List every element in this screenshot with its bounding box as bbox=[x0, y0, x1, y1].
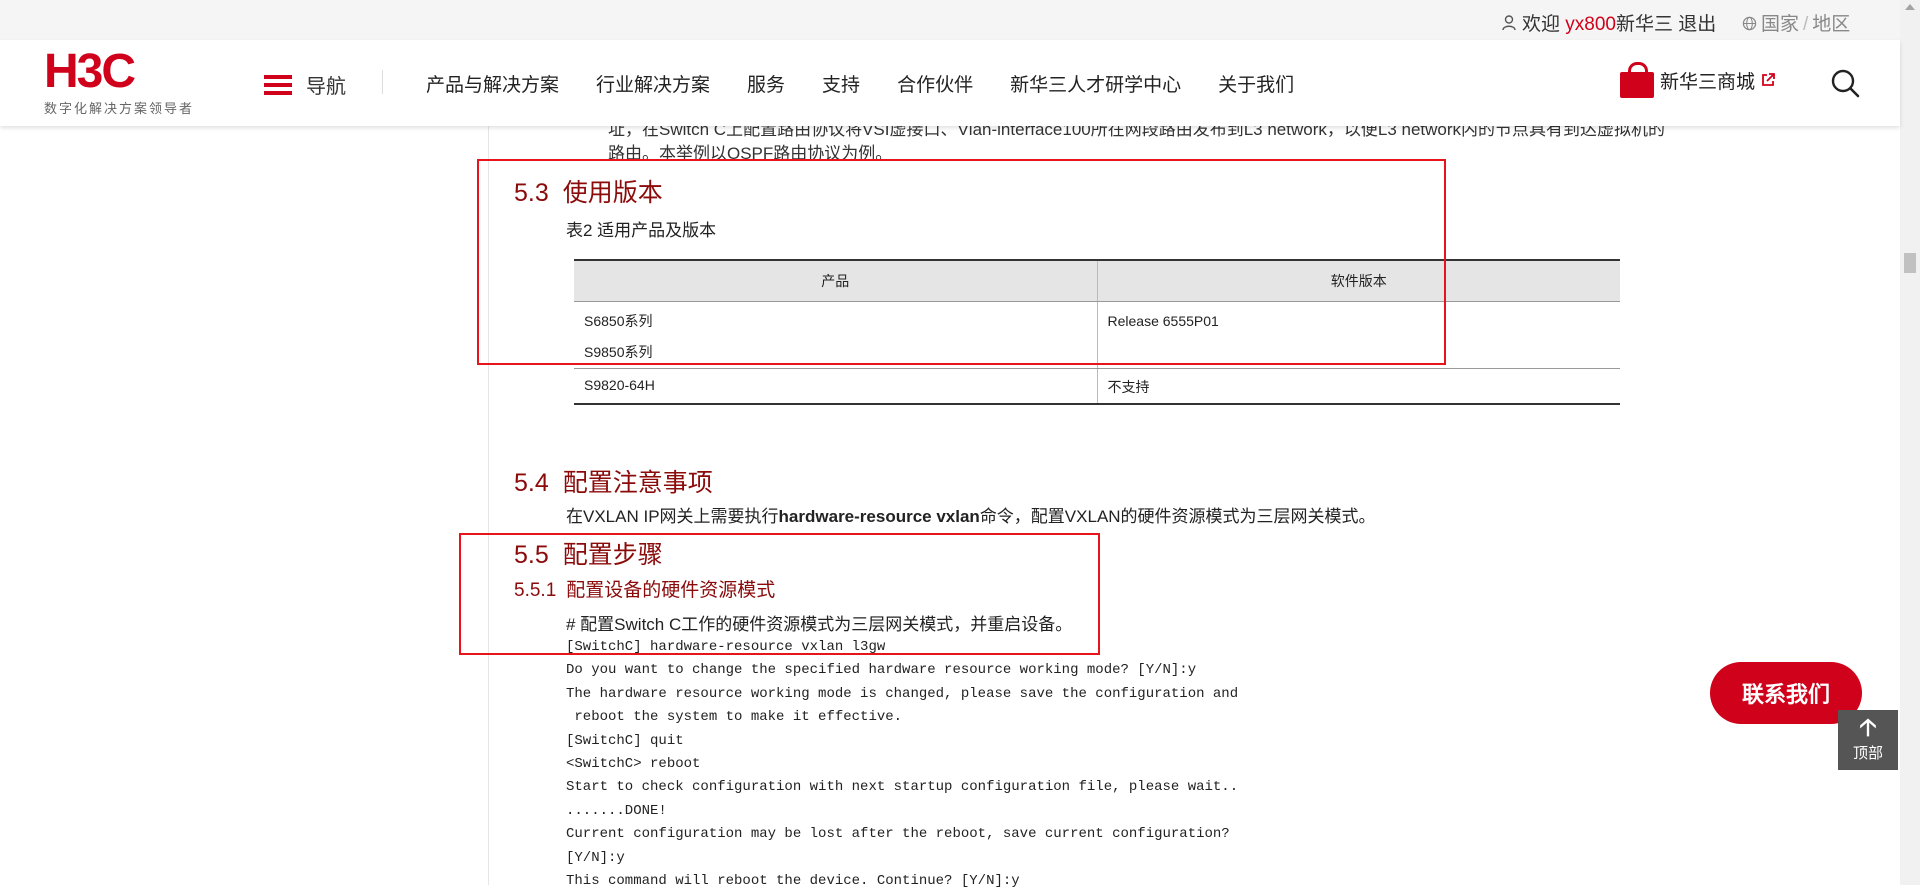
region-separator: / bbox=[1803, 14, 1809, 35]
page-scrollbar[interactable] bbox=[1900, 0, 1920, 885]
main-nav: 产品与解决方案 行业解决方案 服务 支持 合作伙伴 新华三人才研学中心 关于我们 bbox=[426, 70, 1294, 97]
section-5-4-paragraph: 在VXLAN IP网关上需要执行hardware-resource vxlan命… bbox=[566, 502, 1376, 527]
scroll-up-arrow-icon[interactable] bbox=[1905, 4, 1915, 10]
nav-toggle-label: 导航 bbox=[306, 76, 346, 98]
table-cell-version: 不支持 bbox=[1097, 368, 1620, 405]
region-selector[interactable]: 国家 / 地区 bbox=[1742, 9, 1850, 36]
nav-item-partners[interactable]: 合作伙伴 bbox=[897, 70, 973, 97]
code-line: Start to check configuration with next s… bbox=[566, 779, 1239, 796]
para-text: 命令，配置VXLAN的硬件资源模式为三层网关模式。 bbox=[979, 507, 1376, 526]
nav-item-support[interactable]: 支持 bbox=[822, 70, 860, 97]
shopping-bag-icon bbox=[1620, 62, 1654, 98]
welcome-text: 欢迎 bbox=[1522, 14, 1561, 35]
arrow-up-icon: 🡡 bbox=[1859, 714, 1877, 741]
site-name: 新华三 bbox=[1616, 14, 1674, 35]
h3c-logo[interactable]: H3C 数字化解决方案领导者 bbox=[44, 48, 194, 117]
region-area: 地区 bbox=[1812, 14, 1851, 35]
code-line: [Y/N]:y bbox=[566, 849, 625, 866]
code-line: This command will reboot the device. Con… bbox=[566, 873, 1020, 890]
nav-item-products[interactable]: 产品与解决方案 bbox=[426, 70, 559, 97]
section-title: 配置注意事项 bbox=[562, 469, 713, 497]
code-line: [SwitchC] quit bbox=[566, 732, 684, 749]
code-line: Current configuration may be lost after … bbox=[566, 826, 1230, 843]
table-row: S9820-64H 不支持 bbox=[574, 368, 1620, 405]
nav-menu-toggle[interactable]: 导航 bbox=[264, 70, 346, 99]
code-line: Do you want to change the specified hard… bbox=[566, 662, 1197, 679]
top-utility-bar: 欢迎 yx800新华三 退出 国家 / 地区 bbox=[0, 0, 1920, 40]
annotation-box-config-step bbox=[459, 533, 1100, 655]
user-icon bbox=[1502, 15, 1516, 31]
hamburger-icon bbox=[264, 74, 292, 95]
user-info: 欢迎 yx800新华三 退出 bbox=[1502, 9, 1716, 36]
table-cell-product: S9820-64H bbox=[574, 368, 1098, 405]
command-name: hardware-resource vxlan bbox=[778, 507, 980, 526]
nav-item-service[interactable]: 服务 bbox=[747, 70, 785, 97]
code-line: The hardware resource working mode is ch… bbox=[566, 685, 1239, 702]
code-line: reboot the system to make it effective. bbox=[566, 709, 903, 726]
code-line: <SwitchC> reboot bbox=[566, 756, 701, 773]
mall-link[interactable]: 新华三商城 bbox=[1620, 62, 1775, 98]
section-5-4-heading: 5.4 配置注意事项 bbox=[514, 463, 713, 499]
back-to-top-button[interactable]: 🡡 顶部 bbox=[1838, 710, 1898, 770]
main-header: H3C 数字化解决方案领导者 导航 产品与解决方案 行业解决方案 服务 支持 合… bbox=[0, 40, 1900, 126]
para-text: 在VXLAN IP网关上需要执行 bbox=[566, 507, 779, 526]
nav-item-talent-center[interactable]: 新华三人才研学中心 bbox=[1010, 70, 1181, 97]
nav-divider bbox=[382, 70, 383, 94]
external-link-icon bbox=[1762, 73, 1775, 86]
cli-code-block: [SwitchC] hardware-resource vxlan l3gw Do… bbox=[566, 636, 1238, 893]
username-link[interactable]: yx800 bbox=[1565, 14, 1616, 35]
mall-label: 新华三商城 bbox=[1660, 71, 1756, 93]
logout-link[interactable]: 退出 bbox=[1678, 14, 1716, 35]
search-icon[interactable] bbox=[1830, 68, 1860, 98]
scrollbar-thumb[interactable] bbox=[1904, 253, 1916, 273]
nav-item-industry[interactable]: 行业解决方案 bbox=[596, 70, 710, 97]
back-to-top-label: 顶部 bbox=[1852, 745, 1883, 762]
region-country: 国家 bbox=[1761, 14, 1800, 35]
section-number: 5.4 bbox=[514, 469, 549, 497]
logo-mark: H3C bbox=[44, 45, 136, 98]
globe-icon bbox=[1742, 16, 1757, 31]
nav-item-about[interactable]: 关于我们 bbox=[1218, 70, 1294, 97]
annotation-box-version bbox=[477, 159, 1446, 365]
logo-tagline: 数字化解决方案领导者 bbox=[44, 101, 195, 116]
code-line: .......DONE! bbox=[566, 802, 667, 819]
